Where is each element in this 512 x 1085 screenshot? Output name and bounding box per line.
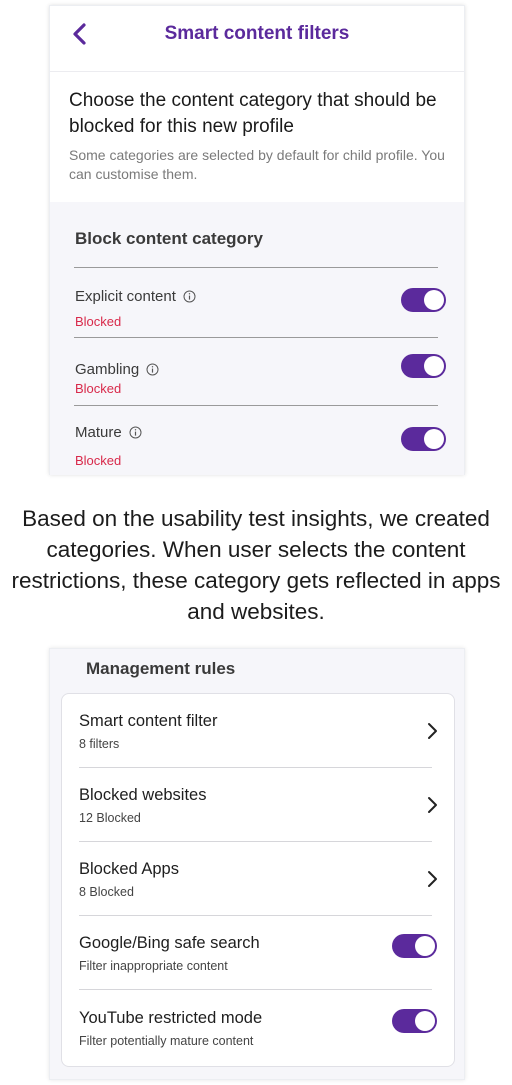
page-title: Smart content filters: [164, 23, 350, 44]
toggle-knob: [424, 429, 444, 449]
category-label: Mature: [75, 424, 122, 441]
section-title: Management rules: [86, 659, 236, 678]
category-label: Gambling: [75, 361, 140, 378]
toggle-knob: [415, 936, 435, 956]
rule-blocked-websites[interactable]: Blocked websites 12 Blocked: [62, 768, 454, 842]
block-content-section: Block content category Explicit content …: [50, 202, 464, 475]
intro-subtitle: Some categories are selected by default …: [69, 147, 445, 182]
info-icon[interactable]: [183, 290, 196, 303]
rule-label: YouTube restricted mode: [79, 1009, 263, 1027]
rule-label: Blocked Apps: [79, 860, 179, 878]
divider: [79, 989, 432, 990]
smart-content-filters-screen: Smart content filters Choose the content…: [49, 5, 465, 475]
rule-label: Blocked websites: [79, 786, 207, 804]
intro-title: Choose the content category that should …: [69, 90, 437, 137]
divider: [74, 337, 438, 338]
rule-sub: 12 Blocked: [79, 811, 141, 825]
rule-sub: 8 Blocked: [79, 885, 134, 899]
category-label: Explicit content: [75, 288, 176, 305]
rule-sub: Filter potentially mature content: [79, 1034, 254, 1048]
category-explicit-content: Explicit content: [75, 288, 196, 305]
rules-list: Smart content filter 8 filters Blocked w…: [61, 693, 455, 1067]
info-icon[interactable]: [146, 363, 159, 376]
category-status: Blocked: [75, 453, 122, 468]
youtube-restricted-toggle[interactable]: [392, 1009, 437, 1033]
rule-youtube-restricted: YouTube restricted mode Filter potential…: [62, 991, 454, 1065]
mature-toggle[interactable]: [401, 427, 446, 451]
toggle-knob: [424, 356, 444, 376]
toggle-knob: [424, 290, 444, 310]
toggle-knob: [415, 1011, 435, 1031]
divider: [74, 267, 438, 268]
section-title: Block content category: [75, 229, 263, 248]
rule-blocked-apps[interactable]: Blocked Apps 8 Blocked: [62, 842, 454, 916]
category-status: Blocked: [75, 381, 122, 396]
app-header: Smart content filters: [50, 6, 464, 72]
gambling-toggle[interactable]: [401, 354, 446, 378]
rule-smart-content-filter[interactable]: Smart content filter 8 filters: [62, 694, 454, 768]
category-status: Blocked: [75, 314, 122, 329]
explicit-content-toggle[interactable]: [401, 288, 446, 312]
rule-sub: 8 filters: [79, 737, 120, 751]
category-gambling: Gambling: [75, 361, 159, 378]
info-icon[interactable]: [129, 426, 142, 439]
category-mature: Mature: [75, 424, 142, 441]
intro-block: Choose the content category that should …: [69, 88, 449, 184]
chevron-right-icon: [428, 797, 437, 813]
divider: [74, 405, 438, 406]
caption-text: Based on the usability test insights, we…: [11, 506, 501, 624]
rule-label: Smart content filter: [79, 712, 218, 730]
chevron-right-icon: [428, 871, 437, 887]
rule-safe-search: Google/Bing safe search Filter inappropr…: [62, 916, 454, 990]
chevron-right-icon: [428, 723, 437, 739]
safe-search-toggle[interactable]: [392, 934, 437, 958]
rule-sub: Filter inappropriate content: [79, 959, 228, 973]
management-rules-card: Management rules Smart content filter 8 …: [49, 648, 465, 1080]
rule-label: Google/Bing safe search: [79, 934, 260, 952]
